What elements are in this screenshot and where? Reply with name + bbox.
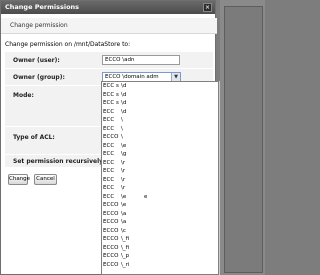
dropdown-option[interactable]: ECCO \_fi [102, 244, 218, 253]
dropdown-option-domain: ECCO [103, 210, 119, 217]
dropdown-option[interactable]: ECC \r [102, 159, 218, 168]
dropdown-option[interactable]: ECC \d s [102, 91, 218, 100]
mode-label: Mode: [13, 92, 34, 99]
dropdown-option-domain: ECCO [103, 253, 119, 259]
dropdown-option-name: \d [121, 100, 127, 106]
close-icon[interactable]: × [203, 3, 212, 12]
dropdown-option-name: \d [121, 83, 127, 89]
dropdown-option-domain: ECC [103, 193, 115, 200]
cancel-button[interactable]: Cancel [34, 174, 57, 185]
dropdown-option-domain: ECCO [103, 236, 119, 242]
dropdown-option-domain: ECC [103, 142, 115, 149]
dialog-titlebar[interactable]: Change Permissions × [1, 1, 215, 14]
dropdown-option[interactable]: ECC \ [102, 116, 218, 125]
dropdown-option[interactable]: ECC \e [102, 142, 218, 151]
dropdown-option-domain: ECC [103, 117, 115, 123]
owner-group-selected-value: ECCO \domain adm [105, 74, 159, 80]
dropdown-option-name: \ [121, 117, 123, 123]
background-panel [220, 0, 265, 275]
dropdown-option-domain: ECCO [103, 134, 119, 140]
dropdown-option-name: \d [121, 91, 127, 98]
dropdown-option-domain: ECC [103, 151, 115, 157]
dropdown-option-name: \_fi [121, 236, 130, 242]
dropdown-option-tail: s [116, 83, 119, 89]
dropdown-option-name: \d [121, 108, 127, 115]
dropdown-option-name: \g [121, 151, 127, 157]
dropdown-option-domain: ECC [103, 83, 115, 89]
dropdown-option-domain: ECCO [103, 261, 119, 268]
dropdown-option-domain: ECC [103, 91, 115, 98]
background-panel-inner [224, 6, 263, 273]
dropdown-option-domain: ECC [103, 108, 115, 115]
dropdown-option-domain: ECCO [103, 227, 119, 234]
dropdown-option-tail: e [144, 193, 148, 200]
dropdown-option[interactable]: ECCO \_ri [102, 261, 218, 270]
dropdown-option-domain: ECCO [103, 244, 119, 251]
dropdown-option-tail: s [116, 91, 119, 98]
dropdown-option-domain: ECC [103, 125, 115, 132]
owner-group-dropdown-list[interactable]: ECC \d s ECC \d s ECC \d s ECC \d ECC \ ECC \ ECCO \ ECC \… [101, 81, 219, 275]
dropdown-option[interactable]: ECC \r [102, 184, 218, 193]
dropdown-option-domain: ECC [103, 168, 115, 174]
dropdown-option-name: \c [121, 227, 126, 234]
dropdown-option[interactable]: ECCO \a [102, 210, 218, 219]
dropdown-option-name: \e [121, 202, 127, 208]
change-button[interactable]: Change [8, 174, 30, 185]
dropdown-option[interactable]: ECCO \ [102, 133, 218, 142]
dropdown-option-name: \e [121, 193, 127, 200]
dropdown-option-domain: ECCO [103, 202, 119, 208]
dropdown-option-name: \a [121, 219, 127, 225]
dropdown-option-domain: ECC [103, 159, 115, 166]
dropdown-option[interactable]: ECCO \_fi [102, 235, 218, 244]
dropdown-option-name: \r [121, 185, 126, 191]
dropdown-option[interactable]: ECCO \e [102, 201, 218, 210]
dropdown-option-name: \_fi [121, 244, 130, 251]
dialog-description: Change permission on /mnt/DataStore to: [5, 41, 131, 48]
dropdown-option[interactable]: ECCO \a [102, 218, 218, 227]
dropdown-option-name: \r [121, 168, 126, 174]
dropdown-option-name: \ [121, 125, 123, 132]
dropdown-option[interactable]: ECC \ [102, 125, 218, 134]
chevron-down-icon[interactable]: ▼ [171, 73, 180, 81]
dropdown-option[interactable]: ECCO \c [102, 227, 218, 236]
recursive-label: Set permission recursively: [13, 158, 106, 165]
dropdown-option[interactable]: ECC \d [102, 108, 218, 117]
dropdown-option-name: \ [121, 134, 123, 140]
dropdown-option-tail: s [116, 100, 119, 106]
dropdown-items: ECC \d s ECC \d s ECC \d s ECC \d ECC \ ECC \ ECCO \ ECC \… [102, 82, 218, 269]
dropdown-option-domain: ECC [103, 185, 115, 191]
section-header: Change permission [1, 18, 217, 34]
dropdown-option[interactable]: ECC \r [102, 176, 218, 185]
dialog-title: Change Permissions [5, 3, 80, 11]
dropdown-option-name: \r [121, 159, 126, 166]
dropdown-option-name: \a [121, 210, 127, 217]
acl-type-label: Type of ACL: [13, 134, 55, 141]
dropdown-option-name: \_ri [121, 261, 130, 268]
dropdown-option-name: \r [121, 176, 126, 183]
dropdown-option[interactable]: ECC \d s [102, 82, 218, 91]
dropdown-scrollbar[interactable] [219, 81, 220, 275]
dropdown-option-domain: ECC [103, 176, 115, 183]
dropdown-option-name: \e [121, 142, 127, 149]
dropdown-option-domain: ECCO [103, 219, 119, 225]
section-header-label: Change permission [10, 22, 68, 29]
dropdown-option[interactable]: ECC \e e [102, 193, 218, 202]
dropdown-option[interactable]: ECC \r [102, 167, 218, 176]
owner-user-label: Owner (user): [13, 57, 60, 64]
owner-group-label: Owner (group): [13, 74, 65, 81]
dropdown-option-domain: ECC [103, 100, 115, 106]
dropdown-option[interactable]: ECC \g [102, 150, 218, 159]
dropdown-option[interactable]: ECC \d s [102, 99, 218, 108]
dropdown-option-name: \_p [121, 253, 130, 259]
owner-user-input[interactable]: ECCO \adn [102, 55, 180, 65]
dropdown-option[interactable]: ECCO \_p [102, 252, 218, 261]
